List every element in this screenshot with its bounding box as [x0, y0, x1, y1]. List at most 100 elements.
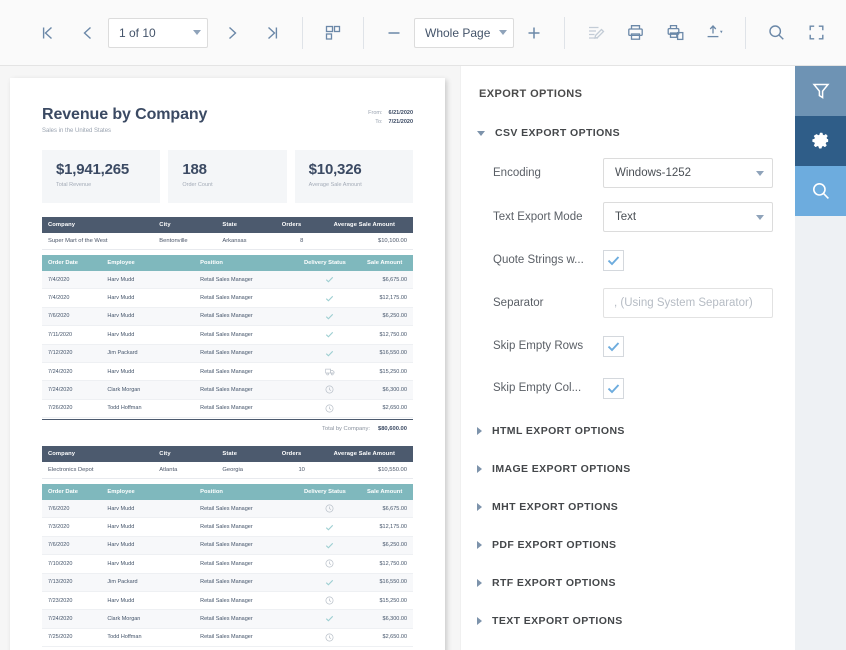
cell-position: Retail Sales Manager — [194, 307, 298, 327]
cell-employee: Harv Mudd — [101, 591, 195, 611]
cell-order-date: 7/4/2020 — [42, 288, 102, 308]
field-skip-empty-columns: Skip Empty Col... — [471, 374, 773, 402]
search-button[interactable] — [756, 13, 796, 53]
cell-delivery-status — [297, 307, 362, 327]
cell-average: $10,100.00 — [327, 233, 413, 250]
table-row: 7/24/2020 Clark Morgan Retail Sales Manage… — [42, 380, 413, 400]
chevron-down-icon — [499, 30, 507, 35]
column-header: Orders — [275, 446, 328, 462]
triangle-right-icon — [477, 503, 482, 511]
search-tab-button[interactable] — [795, 166, 846, 216]
check-icon — [325, 542, 334, 549]
company-table: Company City State Orders Average Sale Amoun… — [42, 217, 413, 250]
toolbar-divider-3 — [564, 16, 565, 49]
to-value: 7/21/2020 — [388, 119, 413, 125]
cell-order-date: 7/12/2020 — [42, 344, 102, 363]
triangle-right-icon — [477, 465, 482, 473]
kpi-label: Total Revenue — [56, 182, 92, 188]
cell-order-date: 7/24/2020 — [42, 380, 102, 400]
group-pdf-export-options[interactable]: PDF EXPORT OPTIONS — [471, 534, 773, 556]
skip-empty-columns-checkbox[interactable] — [603, 377, 624, 399]
report-viewer-app: 1 of 10 Whole Page Revenue by Company Sa… — [0, 0, 846, 650]
report-page: Revenue by Company Sales in the United S… — [10, 78, 445, 650]
table-row: 7/4/2020 Harv Mudd Retail Sales Manager $12… — [42, 288, 413, 308]
group-html-export-options[interactable]: HTML EXPORT OPTIONS — [471, 420, 773, 442]
group-rtf-export-options[interactable]: RTF EXPORT OPTIONS — [471, 572, 773, 594]
skip-empty-columns-label: Skip Empty Col... — [493, 382, 582, 394]
editing-fields-button[interactable] — [575, 13, 615, 53]
document-preview-pane[interactable]: Revenue by Company Sales in the United S… — [0, 66, 460, 650]
cell-employee: Harv Mudd — [101, 554, 195, 574]
encoding-value: Windows-1252 — [615, 167, 692, 179]
cell-employee: Harv Mudd — [101, 325, 195, 345]
fullscreen-button[interactable] — [796, 13, 836, 53]
cell-position: Retail Sales Manager — [194, 517, 298, 537]
quote-strings-checkbox[interactable] — [603, 249, 624, 271]
group-text-export-options[interactable]: TEXT EXPORT OPTIONS — [471, 610, 773, 632]
next-page-button[interactable] — [212, 13, 252, 53]
cell-state: Arkansas — [216, 233, 276, 250]
column-header: Order Date — [42, 255, 102, 271]
cell-sale-amount: $6,250.00 — [361, 307, 413, 327]
cell-employee: Harv Mudd — [101, 362, 195, 382]
first-page-button[interactable] — [28, 13, 68, 53]
cell-delivery-status — [297, 362, 362, 382]
column-header: Order Date — [42, 484, 102, 500]
parameters-tab-button[interactable] — [795, 66, 846, 116]
zoom-level-combo[interactable]: Whole Page — [414, 17, 514, 48]
print-page-button[interactable] — [655, 13, 695, 53]
separator-input[interactable]: , (Using System Separator) — [603, 288, 773, 318]
collapsed-groups: HTML EXPORT OPTIONS IMAGE EXPORT OPTIONS M… — [471, 420, 773, 650]
group-label: MHT EXPORT OPTIONS — [492, 501, 619, 513]
cell-delivery-status — [297, 609, 362, 629]
column-header: State — [216, 217, 276, 233]
viewer-body: Revenue by Company Sales in the United S… — [0, 66, 846, 650]
column-header: Company — [42, 446, 154, 462]
cell-delivery-status — [297, 325, 362, 345]
cell-sale-amount: $2,650.00 — [361, 399, 413, 419]
cell-delivery-status — [297, 288, 362, 308]
cell-average: $10,550.00 — [327, 462, 413, 479]
group-mht-export-options[interactable]: MHT EXPORT OPTIONS — [471, 496, 773, 518]
company-table: Company City State Orders Average Sale Amoun… — [42, 446, 413, 479]
kpi-label: Average Sale Amount — [308, 182, 362, 188]
export-to-button[interactable] — [695, 13, 735, 53]
skip-empty-rows-checkbox[interactable] — [603, 335, 624, 357]
cell-position: Retail Sales Manager — [194, 628, 298, 648]
kpi-row: $1,941,265 Total Revenue 188 Order Count $10… — [42, 150, 413, 203]
page-number-combo[interactable]: 1 of 10 — [108, 17, 208, 48]
group-csv-export-options[interactable]: CSV EXPORT OPTIONS — [471, 122, 773, 144]
prev-page-button[interactable] — [68, 13, 108, 53]
cell-position: Retail Sales Manager — [194, 591, 298, 611]
export-options-tab-button[interactable] — [795, 116, 846, 166]
multipage-view-button[interactable] — [313, 13, 353, 53]
column-header: Position — [194, 255, 298, 271]
zoom-in-button[interactable] — [514, 13, 554, 53]
table-row: 7/10/2020 Harv Mudd Retail Sales Manager $1… — [42, 554, 413, 574]
chevron-down-icon — [756, 170, 764, 176]
last-page-button[interactable] — [252, 13, 292, 53]
field-encoding: Encoding Windows-1252 — [471, 158, 773, 188]
detail-header-row: Order Date Employee Position Delivery Statu… — [42, 255, 413, 271]
check-icon — [607, 255, 620, 265]
encoding-select[interactable]: Windows-1252 — [603, 158, 773, 188]
cell-order-date: 7/6/2020 — [42, 500, 102, 519]
table-row: 7/24/2020 Clark Morgan Retail Sales Manage… — [42, 609, 413, 629]
print-button[interactable] — [615, 13, 655, 53]
cell-sale-amount: $6,300.00 — [361, 380, 413, 400]
column-header: Employee — [101, 255, 195, 271]
cell-position: Retail Sales Manager — [194, 362, 298, 382]
cell-state: Georgia — [216, 462, 276, 479]
group-image-export-options[interactable]: IMAGE EXPORT OPTIONS — [471, 458, 773, 480]
zoom-out-button[interactable] — [374, 13, 414, 53]
cell-position: Retail Sales Manager — [194, 554, 298, 574]
clock-icon — [325, 559, 334, 568]
cell-position: Retail Sales Manager — [194, 399, 298, 419]
cell-position: Retail Sales Manager — [194, 380, 298, 400]
clock-icon — [325, 633, 334, 642]
check-icon — [325, 295, 334, 302]
cell-sale-amount: $16,550.00 — [361, 573, 413, 592]
separator-label: Separator — [493, 297, 544, 309]
table-row: 7/6/2020 Harv Mudd Retail Sales Manager $6,… — [42, 536, 413, 556]
text-export-mode-select[interactable]: Text — [603, 202, 773, 232]
